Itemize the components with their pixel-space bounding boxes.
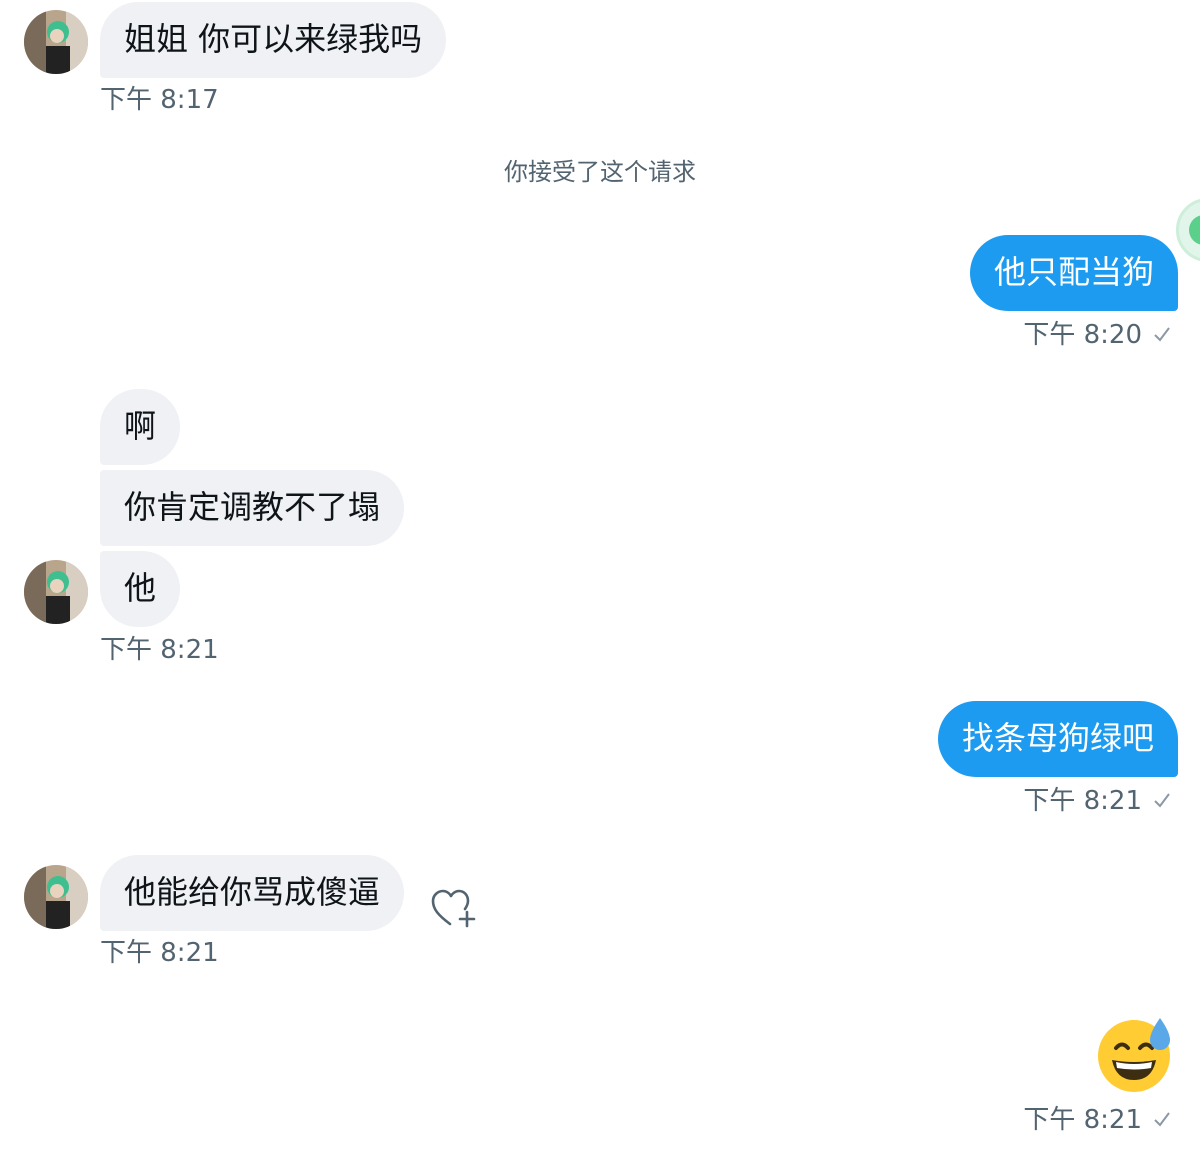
chat-bubble-icon	[1189, 215, 1200, 245]
message-timestamp: 下午 8:21	[1023, 1105, 1142, 1135]
message-timestamp: 下午 8:21	[100, 635, 219, 665]
message-bubble[interactable]: 他能给你骂成傻逼	[100, 855, 405, 931]
add-reaction-heart-icon[interactable]	[430, 888, 476, 930]
floating-action-button[interactable]	[1176, 198, 1200, 262]
system-note: 你接受了这个请求	[504, 158, 696, 186]
sent-check-icon	[1154, 327, 1170, 342]
message-bubble[interactable]: 他只配当狗	[969, 235, 1178, 311]
message-timestamp: 下午 8:20	[1023, 320, 1142, 350]
message-bubble[interactable]: 你肯定调教不了塌	[100, 470, 405, 546]
message-bubble[interactable]: 找条母狗绿吧	[937, 701, 1178, 777]
avatar[interactable]	[24, 865, 88, 929]
message-bubble[interactable]: 姐姐 你可以来绿我吗	[100, 2, 447, 78]
grinning-face-with-sweat-icon[interactable]	[1096, 1014, 1176, 1094]
sent-check-icon	[1154, 793, 1170, 808]
message-bubble[interactable]: 他	[100, 551, 181, 627]
message-timestamp: 下午 8:21	[1023, 786, 1142, 816]
avatar[interactable]	[24, 560, 88, 624]
message-timestamp: 下午 8:17	[100, 85, 219, 115]
message-timestamp: 下午 8:21	[100, 938, 219, 968]
sent-check-icon	[1154, 1112, 1170, 1127]
avatar[interactable]	[24, 10, 88, 74]
message-bubble[interactable]: 啊	[100, 389, 181, 465]
